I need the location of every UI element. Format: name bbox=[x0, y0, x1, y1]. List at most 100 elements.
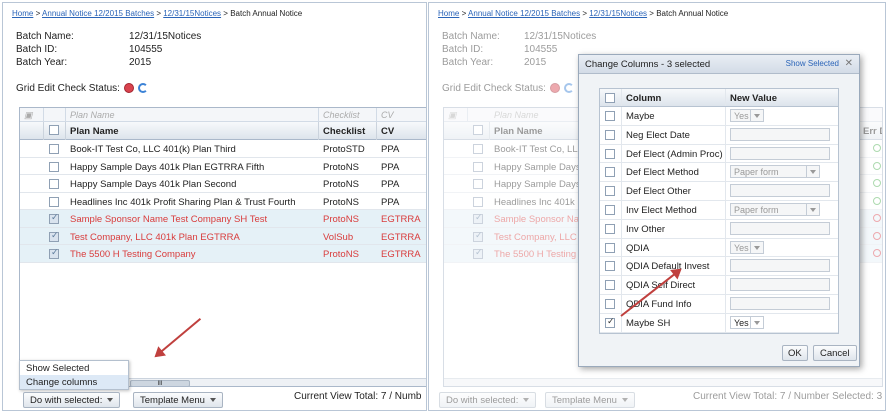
scroll-thumb[interactable]: III bbox=[130, 380, 190, 386]
row-checkbox[interactable] bbox=[44, 193, 66, 210]
select-all-checkbox[interactable] bbox=[44, 122, 66, 140]
value-input[interactable] bbox=[730, 296, 830, 310]
breadcrumb-home[interactable]: Home bbox=[12, 9, 33, 18]
row-checkbox[interactable] bbox=[468, 158, 490, 175]
select-all-checkbox[interactable] bbox=[600, 89, 622, 106]
column-row: QDIA Default Invest bbox=[600, 257, 838, 277]
row-checkbox[interactable] bbox=[468, 175, 490, 192]
ok-button[interactable]: OK bbox=[782, 345, 808, 361]
value-select[interactable]: Paper form bbox=[730, 202, 820, 216]
table-row[interactable]: Happy Sample Days 401k Plan EGTRRA Fifth… bbox=[20, 158, 426, 175]
do-with-selected-button[interactable]: Do with selected: bbox=[439, 392, 537, 408]
chevron-down-icon bbox=[750, 241, 763, 253]
do-with-selected-button[interactable]: Do with selected: bbox=[23, 392, 121, 408]
table-row[interactable]: Happy Sample Days 401k Plan Second ProtoN… bbox=[20, 175, 426, 193]
cv-header[interactable]: CV bbox=[377, 122, 426, 140]
checklist-cell: ProtoNS bbox=[323, 196, 359, 208]
column-checkbox[interactable] bbox=[600, 182, 622, 200]
batch-id-row: Batch ID: 104555 bbox=[16, 44, 162, 55]
plan-name-cell: The 5500 H Testing Company bbox=[70, 249, 196, 260]
column-name: Def Elect Method bbox=[622, 163, 726, 182]
column-checkbox[interactable] bbox=[600, 200, 622, 219]
columns-icon[interactable]: ▣ bbox=[20, 108, 44, 122]
column-checkbox[interactable] bbox=[600, 313, 622, 332]
err-header[interactable]: Err D bbox=[859, 122, 882, 140]
row-checkbox[interactable] bbox=[44, 210, 66, 227]
value-select[interactable]: Yes bbox=[730, 315, 764, 329]
row-checkbox[interactable] bbox=[468, 245, 490, 262]
breadcrumb-batches[interactable]: Annual Notice 12/2015 Batches bbox=[468, 9, 580, 18]
close-icon[interactable]: ✕ bbox=[845, 58, 853, 69]
column-checkbox[interactable] bbox=[600, 294, 622, 313]
dialog-header: Change Columns - 3 selected Show Selecte… bbox=[579, 55, 859, 74]
value-input[interactable] bbox=[730, 259, 830, 273]
table-row[interactable]: Sample Sponsor Name Test Company SH Test… bbox=[20, 210, 426, 228]
batch-year-row: Batch Year: 2015 bbox=[16, 57, 151, 68]
new-value-header: New Value bbox=[730, 93, 777, 104]
breadcrumb-batches[interactable]: Annual Notice 12/2015 Batches bbox=[42, 9, 154, 18]
breadcrumb-notices[interactable]: 12/31/15Notices bbox=[589, 9, 647, 18]
breadcrumb-notices[interactable]: 12/31/15Notices bbox=[163, 9, 221, 18]
row-checkbox[interactable] bbox=[468, 140, 490, 157]
column-checkbox[interactable] bbox=[600, 125, 622, 144]
view-total: Current View Total: 7 / Number Selected:… bbox=[693, 391, 883, 402]
column-row: Inv Other bbox=[600, 219, 838, 239]
value-select[interactable]: Paper form bbox=[730, 165, 820, 179]
table-row[interactable]: The 5500 H Testing Company ProtoNS EGTRRA bbox=[20, 245, 426, 263]
menu-item-show-selected[interactable]: Show Selected bbox=[20, 361, 128, 375]
value-select[interactable]: Yes bbox=[730, 109, 764, 122]
row-checkbox[interactable] bbox=[468, 210, 490, 227]
row-checkbox[interactable] bbox=[44, 140, 66, 157]
plan-name-filter[interactable]: Plan Name bbox=[66, 108, 319, 122]
value-input[interactable] bbox=[730, 278, 830, 292]
cv-filter[interactable]: CV bbox=[377, 108, 426, 122]
column-checkbox[interactable] bbox=[600, 219, 622, 238]
row-checkbox[interactable] bbox=[44, 175, 66, 192]
refresh-icon[interactable] bbox=[137, 83, 148, 94]
column-checkbox[interactable] bbox=[600, 276, 622, 294]
status-icon bbox=[873, 196, 881, 205]
column-row: QDIA Self Direct bbox=[600, 276, 838, 295]
table-row[interactable]: Book-IT Test Co, LLC 401(k) Plan Third Pr… bbox=[20, 140, 426, 158]
row-checkbox[interactable] bbox=[44, 228, 66, 245]
column-name: Def Elect Other bbox=[622, 182, 726, 200]
cancel-button[interactable]: Cancel bbox=[813, 345, 857, 361]
row-checkbox[interactable] bbox=[468, 228, 490, 245]
column-checkbox[interactable] bbox=[600, 163, 622, 182]
value-input[interactable] bbox=[730, 184, 830, 198]
checklist-header[interactable]: Checklist bbox=[319, 122, 377, 140]
dialog-show-selected-link[interactable]: Show Selected bbox=[786, 59, 839, 68]
menu-item-change-columns[interactable]: Change columns bbox=[20, 375, 128, 389]
table-row[interactable]: Headlines Inc 401k Profit Sharing Plan &… bbox=[20, 193, 426, 210]
columns-icon[interactable]: ▣ bbox=[444, 108, 468, 122]
column-name: Maybe SH bbox=[622, 313, 726, 332]
column-checkbox[interactable] bbox=[600, 107, 622, 125]
column-name: Def Elect (Admin Proc) bbox=[622, 144, 726, 163]
row-checkbox[interactable] bbox=[468, 193, 490, 210]
table-row[interactable]: Test Company, LLC 401k Plan EGTRRA VolSub… bbox=[20, 227, 426, 245]
checklist-filter[interactable]: Checklist bbox=[319, 108, 377, 122]
row-checkbox[interactable] bbox=[44, 245, 66, 262]
row-checkbox[interactable] bbox=[44, 158, 66, 175]
value-input[interactable] bbox=[730, 146, 830, 160]
column-name: Neg Elect Date bbox=[622, 125, 726, 144]
breadcrumb-current: Batch Annual Notice bbox=[230, 9, 303, 18]
value-input[interactable] bbox=[730, 127, 830, 141]
batch-year-label: Batch Year: bbox=[16, 57, 68, 68]
plan-name-cell: Headlines Inc 401k Profit Sharing Plan &… bbox=[70, 196, 296, 208]
column-checkbox[interactable] bbox=[600, 144, 622, 163]
horizontal-scrollbar[interactable] bbox=[444, 378, 882, 386]
breadcrumb-home[interactable]: Home bbox=[438, 9, 459, 18]
plan-name-header[interactable]: Plan Name bbox=[66, 122, 319, 140]
template-menu-button[interactable]: Template Menu bbox=[545, 392, 635, 408]
column-checkbox[interactable] bbox=[600, 238, 622, 257]
column-row: Def Elect Other bbox=[600, 182, 838, 201]
template-menu-button[interactable]: Template Menu bbox=[133, 392, 223, 408]
value-select[interactable]: Yes bbox=[730, 240, 764, 254]
error-status-icon[interactable] bbox=[549, 83, 560, 94]
value-input[interactable] bbox=[730, 221, 830, 235]
error-status-icon[interactable] bbox=[123, 83, 134, 94]
refresh-icon[interactable] bbox=[563, 83, 574, 94]
chevron-down-icon bbox=[806, 203, 819, 215]
column-checkbox[interactable] bbox=[600, 257, 622, 276]
